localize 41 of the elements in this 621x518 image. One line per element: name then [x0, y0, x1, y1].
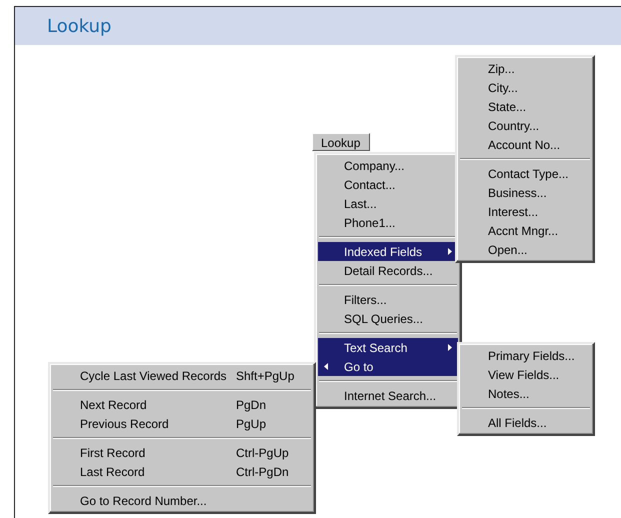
- menu-item[interactable]: Interest...: [459, 202, 591, 221]
- menu-item[interactable]: Previous Record PgUp: [52, 414, 312, 433]
- menu-item[interactable]: Indexed Fields: [318, 242, 458, 261]
- menu-item[interactable]: Open...: [459, 240, 591, 259]
- menu-item[interactable]: Go to: [318, 357, 458, 376]
- submenu-arrow-icon: [448, 344, 452, 351]
- submenu-arrow-icon: [324, 363, 328, 370]
- shortcut-label: Ctrl-PgUp: [236, 446, 290, 460]
- menu-item[interactable]: Contact...: [318, 175, 458, 194]
- menu-item[interactable]: Country...: [459, 116, 591, 135]
- submenu-arrow-icon: [448, 248, 452, 255]
- menu-item[interactable]: Next Record PgDn: [52, 395, 312, 414]
- menu-item[interactable]: Business...: [459, 183, 591, 202]
- menu-item[interactable]: Last Record Ctrl-PgDn: [52, 462, 312, 481]
- menu-item[interactable]: Phone1...: [318, 213, 458, 232]
- shortcut-label: PgUp: [236, 416, 268, 430]
- menu-item[interactable]: Detail Records...: [318, 261, 458, 280]
- shortcut-label: PgDn: [236, 398, 268, 412]
- menu-item[interactable]: Filters...: [318, 290, 458, 309]
- menu-item[interactable]: View Fields...: [461, 365, 591, 384]
- menu-item[interactable]: Contact Type...: [459, 164, 591, 183]
- menu-item[interactable]: Last...: [318, 194, 458, 213]
- menu-bar-item[interactable]: Lookup: [312, 133, 370, 151]
- menu-item[interactable]: Accnt Mngr...: [459, 221, 591, 240]
- menu-item[interactable]: All Fields...: [461, 413, 591, 432]
- menu-item[interactable]: State...: [459, 97, 591, 116]
- menu-item[interactable]: Primary Fields...: [461, 346, 591, 365]
- menu-item[interactable]: Text Search: [318, 338, 458, 357]
- menu-item[interactable]: Account No...: [459, 135, 591, 154]
- menu-item[interactable]: SQL Queries...: [318, 309, 458, 328]
- menu-item[interactable]: Cycle Last Viewed Records Shft+PgUp: [52, 366, 312, 385]
- menu-item[interactable]: Notes...: [461, 384, 591, 403]
- page-title: Lookup: [47, 16, 112, 36]
- menu-item[interactable]: Go to Record Number...: [52, 491, 312, 510]
- menu-item[interactable]: First Record Ctrl-PgUp: [52, 443, 312, 462]
- menu-item[interactable]: City...: [459, 78, 591, 97]
- menu-item[interactable]: Zip...: [459, 59, 591, 78]
- menu-item[interactable]: Internet Search...: [318, 386, 458, 405]
- menu-item[interactable]: Company...: [318, 156, 458, 175]
- shortcut-label: Shft+PgUp: [236, 368, 296, 382]
- shortcut-label: Ctrl-PgDn: [236, 464, 290, 478]
